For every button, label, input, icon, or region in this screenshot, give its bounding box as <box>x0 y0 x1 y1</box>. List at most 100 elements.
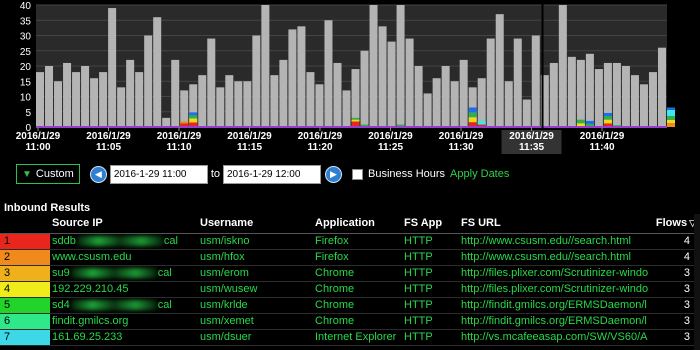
source-ip-cell[interactable]: 161.69.25.233 <box>50 329 198 346</box>
bar <box>648 72 657 127</box>
application-cell[interactable]: Internet Explorer <box>313 329 402 346</box>
bar <box>333 62 342 128</box>
business-hours-checkbox[interactable] <box>352 168 363 180</box>
source-ip-cell[interactable]: findit.gmilcs.org <box>50 313 198 330</box>
row-index: 7 <box>0 329 50 346</box>
x-tick-date: 2016/1/29 <box>580 131 625 142</box>
table-header-row: Source IP Username Application FS App FS… <box>0 214 700 234</box>
username-cell[interactable]: usm/iskno <box>198 233 313 250</box>
application-cell[interactable]: Chrome <box>313 265 402 282</box>
application-cell[interactable]: Firefox <box>313 233 402 250</box>
source-ip-text: findit.gmilcs.org <box>52 315 129 327</box>
fs-url-cell[interactable]: http://findit.gmilcs.org/ERMSDaemon/l <box>459 297 651 314</box>
fs-url-cell[interactable]: http://www.csusm.edu//search.html <box>459 249 651 266</box>
bar-segment <box>189 118 198 123</box>
bar <box>423 93 432 127</box>
username-cell[interactable]: usm/wusew <box>198 281 313 298</box>
bar <box>315 84 324 127</box>
username-cell[interactable]: usm/dsuer <box>198 329 313 346</box>
fs-app-cell[interactable]: HTTP <box>402 329 459 346</box>
row-index: 2 <box>0 249 50 266</box>
source-ip-cell[interactable]: sd4 cal <box>50 297 198 314</box>
table-row[interactable]: 3 su9 cal usm/erom Chrome HTTP http://fil… <box>0 265 700 282</box>
bar-segment <box>603 119 612 124</box>
bar-segment <box>667 109 676 117</box>
fs-url-cell[interactable]: http://files.plixer.com/Scrutinizer-wind… <box>459 281 651 298</box>
bar <box>585 53 594 127</box>
bar-segment <box>576 119 585 124</box>
application-cell[interactable]: Chrome <box>313 297 402 314</box>
source-ip-cell[interactable]: www.csusm.edu <box>50 249 198 266</box>
bar <box>396 5 405 127</box>
range-dropdown[interactable]: ▼ Custom <box>16 164 80 184</box>
source-ip-suffix: cal <box>157 267 172 279</box>
username-cell[interactable]: usm/hfox <box>198 249 313 266</box>
fs-app-cell[interactable]: HTTP <box>402 249 459 266</box>
application-cell[interactable]: Chrome <box>313 313 402 330</box>
bar <box>405 38 414 127</box>
traffic-chart[interactable]: 0 5 10 15 20 25 30 35 40 2016/1/29 11:00 2016/1/29 1… <box>0 0 700 158</box>
fs-app-cell[interactable]: HTTP <box>402 233 459 250</box>
fs-app-cell[interactable]: HTTP <box>402 265 459 282</box>
x-tick-date: 2016/1/29 <box>16 131 61 142</box>
table-row[interactable]: 6 findit.gmilcs.org usm/xemet Chrome HTT… <box>0 313 700 330</box>
flows-column-header[interactable]: Flows ▽ <box>650 214 700 234</box>
username-cell[interactable]: usm/xemet <box>198 313 313 330</box>
y-tick-label: 25 <box>20 47 32 58</box>
username-cell[interactable]: usm/krlde <box>198 297 313 314</box>
table-row[interactable]: 7 161.69.25.233 usm/dsuer Internet Explo… <box>0 329 700 346</box>
table-row[interactable]: 5 sd4 cal usm/krlde Chrome HTTP http://fi… <box>0 297 700 314</box>
fs-url-cell[interactable]: http://www.csusm.edu//search.html <box>459 233 651 250</box>
y-tick-label: 5 <box>25 108 31 119</box>
business-hours-label: Business Hours <box>368 168 446 180</box>
fs-url-cell[interactable]: http://files.plixer.com/Scrutinizer-wind… <box>459 265 651 282</box>
username-cell[interactable]: usm/erom <box>198 265 313 282</box>
bar <box>594 69 603 127</box>
bar <box>360 50 369 127</box>
bar <box>135 72 144 127</box>
fs-app-column-header[interactable]: FS App <box>402 214 459 234</box>
row-index: 3 <box>0 265 50 282</box>
row-index-number: 2 <box>4 251 11 263</box>
bar <box>36 72 45 127</box>
application-cell[interactable]: Chrome <box>313 281 402 298</box>
fs-app-cell[interactable]: HTTP <box>402 281 459 298</box>
application-column-header[interactable]: Application <box>313 214 402 234</box>
end-date-input[interactable] <box>223 164 321 184</box>
username-column-header[interactable]: Username <box>198 214 313 234</box>
apply-dates-link[interactable]: Apply Dates <box>450 168 509 180</box>
y-tick-label: 35 <box>20 16 32 27</box>
next-arrow-icon[interactable]: ▶ <box>325 165 342 183</box>
start-date-input[interactable] <box>109 164 208 184</box>
bar-segment <box>468 112 477 118</box>
source-ip-column-header[interactable]: Source IP <box>50 214 198 234</box>
x-tick-time: 11:20 <box>307 142 332 153</box>
bar-segment <box>468 107 477 113</box>
table-row[interactable]: 1 sddb cal usm/iskno Firefox HTTP http://… <box>0 233 700 250</box>
fs-url-column-header[interactable]: FS URL <box>459 214 651 234</box>
previous-arrow-icon[interactable]: ◀ <box>89 165 107 183</box>
bar <box>234 81 243 127</box>
fs-url-cell[interactable]: http://findit.gmilcs.org/ERMSDaemon/l <box>459 313 651 330</box>
x-tick-date: 2016/1/29 <box>439 131 484 142</box>
bar <box>477 78 486 127</box>
source-ip-cell[interactable]: su9 cal <box>50 265 198 282</box>
bar <box>630 75 639 127</box>
application-cell[interactable]: Firefox <box>313 249 402 266</box>
row-index-number: 5 <box>4 299 11 311</box>
source-ip-suffix: cal <box>157 299 172 311</box>
fs-url-cell[interactable]: http://vs.mcafeeasap.com/SW/VS60/A <box>459 329 651 346</box>
bar <box>558 5 567 127</box>
source-ip-cell[interactable]: 192.229.210.45 <box>50 281 198 298</box>
fs-app-cell[interactable]: HTTP <box>402 313 459 330</box>
source-ip-cell[interactable]: sddb cal <box>50 233 198 250</box>
table-scrollbar[interactable] <box>694 214 700 350</box>
table-row[interactable]: 2 www.csusm.edu usm/hfox Firefox HTTP ht… <box>0 249 700 266</box>
bar <box>144 35 153 127</box>
bar-segment <box>667 123 676 127</box>
x-tick-time: 11:00 <box>25 142 50 153</box>
fs-app-cell[interactable]: HTTP <box>402 297 459 314</box>
table-row[interactable]: 4 192.229.210.45 usm/wusew Chrome HTTP h… <box>0 281 700 298</box>
bar <box>549 62 558 128</box>
flows-column-header-label: Flows <box>655 217 688 230</box>
